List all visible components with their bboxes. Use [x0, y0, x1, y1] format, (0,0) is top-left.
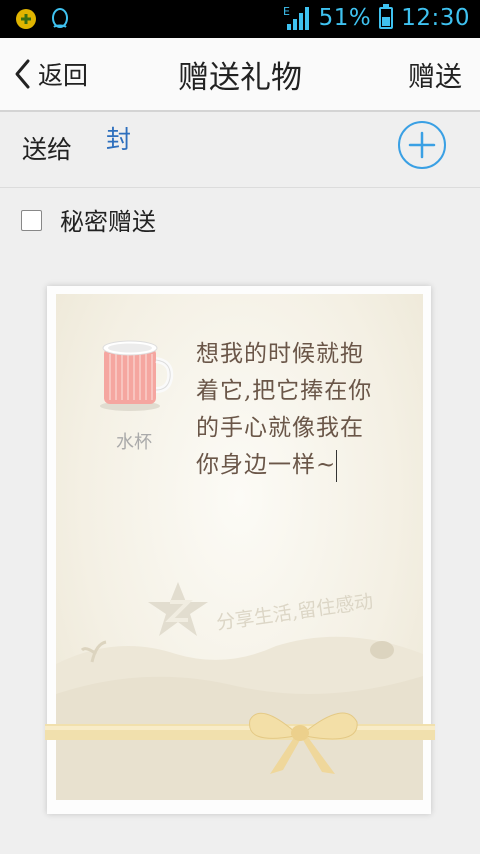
bow-ribbon-decoration	[45, 712, 435, 774]
qq-penguin-icon	[52, 8, 68, 28]
mug-gift-icon	[100, 340, 174, 411]
title-bar: 返回 赠送礼物 赠送	[0, 38, 480, 112]
add-recipient-button[interactable]	[398, 121, 446, 169]
gift-message-input[interactable]: 想我的时候就抱着它,把它捧在你的手心就像我在你身边一样~	[196, 336, 386, 484]
secret-send-checkbox[interactable]	[21, 210, 42, 231]
cellular-signal-icon: E	[283, 5, 309, 30]
battery-icon	[379, 4, 394, 29]
gift-message-text: 想我的时候就抱着它,把它捧在你的手心就像我在你身边一样~	[196, 341, 373, 478]
text-cursor	[336, 450, 338, 482]
send-to-label: 送给	[22, 135, 73, 164]
app-notification-icon	[16, 9, 36, 29]
battery-level	[382, 16, 391, 26]
recipient-row: 送给 封	[0, 112, 480, 188]
back-label: 返回	[38, 61, 89, 90]
recipient-chip[interactable]: 封	[106, 120, 131, 156]
card-zigzag-edge	[47, 800, 431, 812]
battery-percent: 51%	[318, 5, 372, 31]
network-type-label: E	[283, 5, 290, 18]
gift-name: 水杯	[116, 432, 152, 453]
plus-icon	[408, 131, 436, 159]
status-bar: E 51% 12:30	[0, 0, 480, 38]
secret-send-row: 秘密赠送	[0, 196, 480, 246]
send-button[interactable]: 赠送	[408, 55, 462, 94]
back-button[interactable]: 返回	[12, 54, 88, 94]
secret-send-label[interactable]: 秘密赠送	[60, 202, 156, 237]
chevron-left-icon	[15, 59, 30, 89]
clock: 12:30	[401, 5, 470, 31]
